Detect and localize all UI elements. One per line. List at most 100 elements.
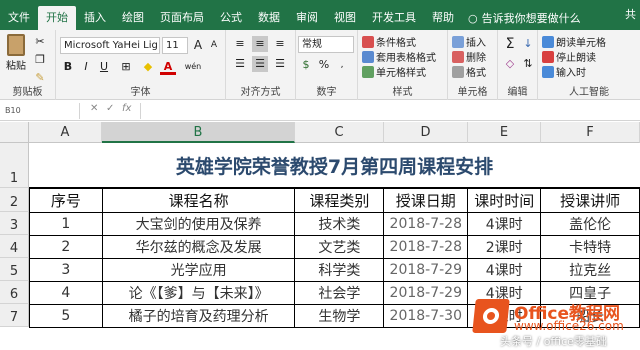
cell-styles-button[interactable]: 单元格样式 (362, 64, 426, 79)
table-cell[interactable]: 1 (29, 212, 103, 236)
currency-icon[interactable]: $ (298, 57, 314, 73)
align-left-icon[interactable]: ☰ (232, 56, 248, 72)
format-cells-button[interactable]: 格式 (452, 64, 486, 79)
shrink-font-icon[interactable]: A (206, 37, 222, 53)
table-cell[interactable]: 拉克丝 (540, 258, 640, 282)
table-cell[interactable]: 4课时 (467, 258, 542, 282)
column-header-e[interactable]: E (468, 122, 541, 143)
tab-help[interactable]: 帮助 (424, 6, 462, 30)
table-cell[interactable]: 2018-7-30 (383, 304, 469, 328)
table-cell[interactable]: 4课时 (467, 212, 542, 236)
table-cell[interactable]: 生物学 (294, 304, 385, 328)
row-header-3[interactable]: 3 (0, 212, 29, 235)
align-middle-icon[interactable]: ≡ (252, 36, 268, 52)
delete-cells-button[interactable]: 删除 (452, 49, 486, 64)
table-cell[interactable]: 技术类 (294, 212, 385, 236)
fill-color-icon[interactable]: ◆ (140, 59, 156, 75)
align-top-icon[interactable]: ≡ (232, 36, 248, 52)
table-cell[interactable]: 4 (29, 281, 103, 305)
column-header-c[interactable]: C (295, 122, 384, 143)
cut-icon[interactable]: ✂ (32, 34, 48, 50)
italic-button[interactable]: I (78, 59, 94, 75)
row-header-2[interactable]: 2 (0, 188, 29, 212)
stop-reading-button[interactable]: 停止朗读 (542, 49, 596, 64)
tab-developer[interactable]: 开发工具 (364, 6, 424, 30)
row-header-5[interactable]: 5 (0, 258, 29, 281)
table-cell[interactable]: 卡特特 (540, 235, 640, 259)
row-header-1[interactable]: 1 (0, 143, 29, 188)
name-box[interactable]: B10 (2, 103, 80, 119)
tab-view[interactable]: 视图 (326, 6, 364, 30)
speak-on-enter-button[interactable]: 输入时 (542, 64, 586, 79)
column-header-f[interactable]: F (541, 122, 640, 143)
row-header-6[interactable]: 6 (0, 281, 29, 304)
tab-formulas[interactable]: 公式 (212, 6, 250, 30)
header-cell[interactable]: 课程类别 (294, 188, 385, 213)
tab-data[interactable]: 数据 (250, 6, 288, 30)
tab-review[interactable]: 审阅 (288, 6, 326, 30)
table-cell[interactable]: 橘子的培育及药理分析 (101, 304, 296, 328)
table-cell[interactable]: 2018-7-29 (383, 258, 469, 282)
insert-cells-button[interactable]: 插入 (452, 34, 486, 49)
table-cell[interactable]: 大宝剑的使用及保养 (101, 212, 296, 236)
formula-input[interactable] (140, 103, 636, 119)
table-cell[interactable]: 光学应用 (101, 258, 296, 282)
clear-icon[interactable]: ◇ (502, 56, 518, 72)
table-cell[interactable]: 2 (29, 235, 103, 259)
tab-home[interactable]: 开始 (38, 6, 76, 30)
table-cell[interactable]: 科学类 (294, 258, 385, 282)
table-cell[interactable]: 文艺类 (294, 235, 385, 259)
header-cell[interactable]: 课时时间 (467, 188, 542, 213)
header-cell[interactable]: 序号 (29, 188, 103, 213)
table-cell[interactable]: 3 (29, 258, 103, 282)
cancel-icon[interactable]: ✕ (90, 103, 98, 114)
table-cell[interactable]: 2018-7-28 (383, 212, 469, 236)
column-header-d[interactable]: D (384, 122, 468, 143)
enter-icon[interactable]: ✓ (106, 103, 114, 114)
read-cell-button[interactable]: 朗读单元格 (542, 34, 606, 49)
paste-button[interactable]: 粘贴 (6, 34, 26, 72)
share-button[interactable]: 共 (625, 6, 636, 22)
align-bottom-icon[interactable]: ≡ (272, 36, 288, 52)
font-name-select[interactable]: Microsoft YaHei Lig (60, 37, 160, 54)
table-cell[interactable]: 5 (29, 304, 103, 328)
sheet-title-cell[interactable]: 英雄学院荣誉教授7月第四周课程安排 (29, 143, 640, 188)
tell-me-box[interactable]: ○ 告诉我你想要做什么 (462, 6, 581, 30)
align-right-icon[interactable]: ☰ (272, 56, 288, 72)
percent-button[interactable]: % (316, 57, 332, 73)
conditional-format-button[interactable]: 条件格式 (362, 34, 416, 49)
underline-button[interactable]: U (96, 59, 112, 75)
copy-icon[interactable]: ❐ (32, 52, 48, 68)
font-color-button[interactable]: A (160, 59, 176, 75)
select-all-corner[interactable] (0, 122, 29, 143)
number-format-select[interactable]: 常规 (298, 36, 354, 53)
tab-file[interactable]: 文件 (0, 6, 38, 30)
bold-button[interactable]: B (60, 59, 76, 75)
header-cell[interactable]: 授课日期 (383, 188, 469, 213)
table-cell[interactable]: 盖伦伦 (540, 212, 640, 236)
fill-icon[interactable]: ↓ (520, 36, 536, 52)
tab-page-layout[interactable]: 页面布局 (152, 6, 212, 30)
phonetic-button[interactable]: wén (182, 59, 204, 75)
grow-font-icon[interactable]: A (190, 37, 206, 53)
row-header-4[interactable]: 4 (0, 235, 29, 258)
align-center-icon[interactable]: ☰ (252, 56, 268, 72)
column-header-a[interactable]: A (29, 122, 102, 143)
tab-insert[interactable]: 插入 (76, 6, 114, 30)
header-cell[interactable]: 课程名称 (101, 188, 296, 213)
table-cell[interactable]: 论《【爹】与【未来】》 (101, 281, 296, 305)
font-size-select[interactable]: 11 (162, 37, 188, 54)
tab-draw[interactable]: 绘图 (114, 6, 152, 30)
autosum-icon[interactable]: Σ (502, 36, 518, 52)
table-cell[interactable]: 2018-7-29 (383, 281, 469, 305)
format-as-table-button[interactable]: 套用表格格式 (362, 49, 436, 64)
borders-icon[interactable]: ⊞ (118, 59, 134, 75)
column-header-b[interactable]: B (102, 122, 295, 143)
table-cell[interactable]: 2课时 (467, 235, 542, 259)
table-cell[interactable]: 社会学 (294, 281, 385, 305)
table-cell[interactable]: 2018-7-28 (383, 235, 469, 259)
sort-filter-icon[interactable]: ⇅ (520, 56, 536, 72)
insert-function-button[interactable]: fx (122, 103, 131, 114)
row-header-7[interactable]: 7 (0, 304, 29, 327)
table-cell[interactable]: 华尔兹的概念及发展 (101, 235, 296, 259)
